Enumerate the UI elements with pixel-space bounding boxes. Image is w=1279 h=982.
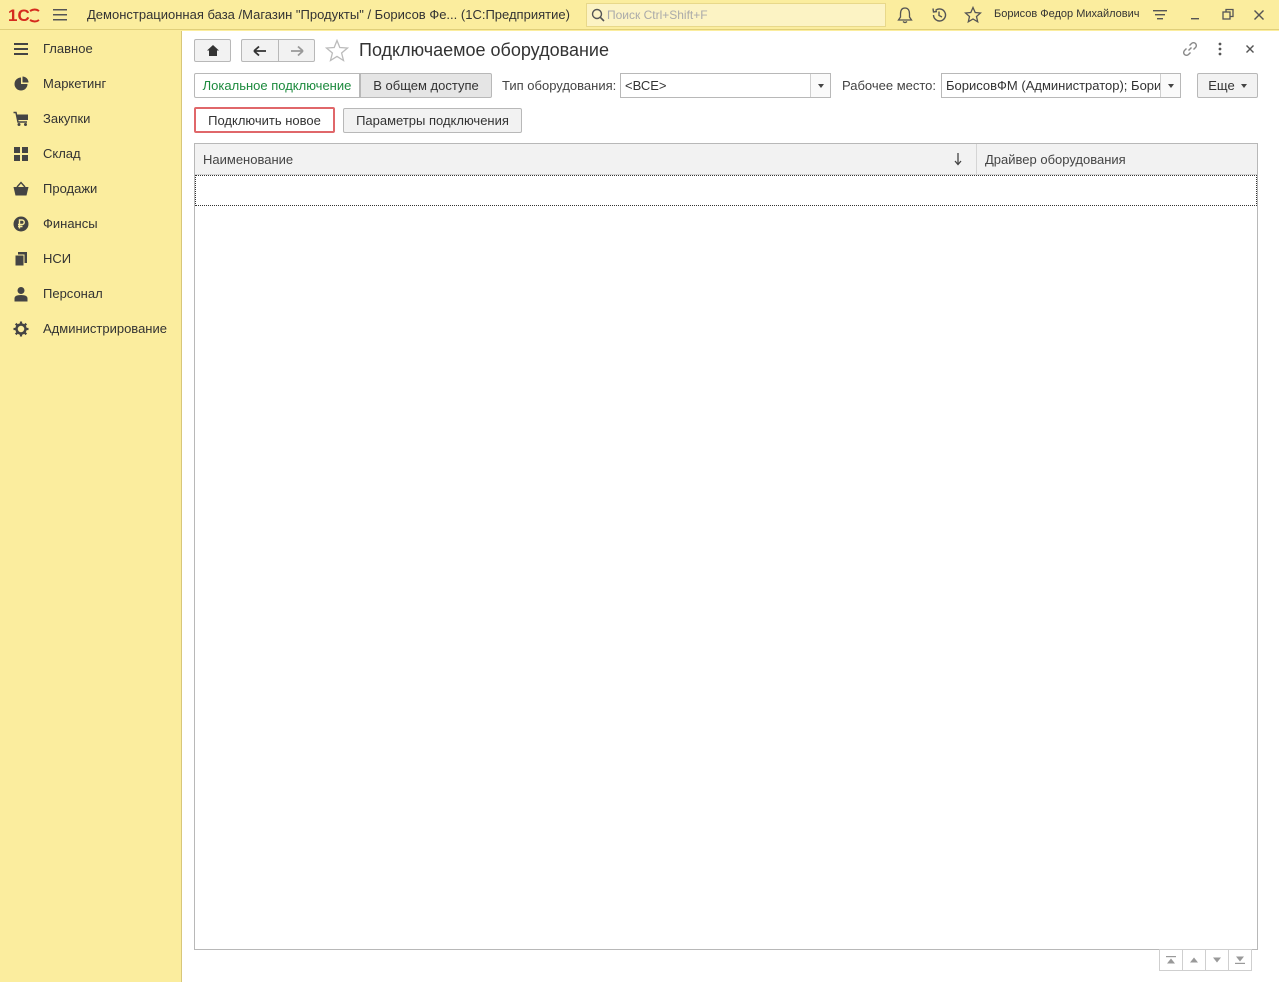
- column-header-name[interactable]: Наименование: [203, 152, 293, 167]
- equipment-type-label: Тип оборудования:: [502, 78, 617, 93]
- more-button[interactable]: Еще: [1197, 73, 1258, 98]
- equipment-type-dropdown-button[interactable]: [810, 74, 830, 97]
- home-button[interactable]: [194, 39, 231, 62]
- home-icon: [206, 45, 219, 56]
- close-icon[interactable]: [1250, 6, 1268, 24]
- back-button[interactable]: [241, 39, 278, 62]
- 1c-logo-icon[interactable]: 1С: [8, 6, 40, 24]
- sidebar-item-finance[interactable]: Финансы: [0, 206, 181, 241]
- scroll-down-icon: [1213, 957, 1221, 963]
- bell-icon[interactable]: [896, 6, 914, 24]
- sidebar-item-nsi[interactable]: НСИ: [0, 241, 181, 276]
- settings-menu-icon[interactable]: [1151, 6, 1169, 24]
- workplace-dropdown-button[interactable]: [1160, 74, 1180, 97]
- search-input[interactable]: [607, 6, 877, 24]
- top-bar: 1С Демонстрационная база /Магазин "Проду…: [0, 0, 1279, 30]
- app-title: Демонстрационная база /Магазин "Продукты…: [87, 7, 570, 22]
- user-name[interactable]: Борисов Федор Михайлович: [994, 8, 1140, 20]
- workplace-field[interactable]: БорисовФМ (Администратор); Борисов: [941, 73, 1181, 98]
- global-search[interactable]: [586, 3, 886, 27]
- form-area: Подключаемое оборудование Локальное подк…: [182, 31, 1279, 982]
- tab-shared-access[interactable]: В общем доступе: [360, 73, 492, 98]
- forward-button[interactable]: [278, 39, 315, 62]
- sidebar: Главное Маркетинг Закупки Склад Продажи: [0, 31, 182, 982]
- sidebar-item-label: НСИ: [43, 251, 72, 266]
- table-row-focus[interactable]: [195, 175, 1257, 206]
- chevron-down-icon: [817, 83, 824, 88]
- sidebar-item-label: Администрирование: [43, 321, 167, 336]
- list-icon: [14, 43, 28, 55]
- ruble-icon: [13, 216, 29, 232]
- chevron-down-icon: [1167, 83, 1174, 88]
- scroll-to-top-button[interactable]: [1159, 949, 1183, 971]
- scroll-down-button[interactable]: [1205, 949, 1229, 971]
- tab-local-connection[interactable]: Локальное подключение: [194, 73, 360, 98]
- svg-text:1С: 1С: [8, 6, 30, 24]
- sidebar-item-marketing[interactable]: Маркетинг: [0, 66, 181, 101]
- cart-icon: [13, 111, 28, 126]
- history-icon[interactable]: [930, 6, 948, 24]
- add-to-favorites-star-icon[interactable]: [325, 39, 349, 62]
- sidebar-item-label: Маркетинг: [43, 76, 107, 91]
- grid-icon: [14, 147, 28, 161]
- basket-icon: [13, 181, 29, 196]
- arrow-right-icon: [290, 45, 304, 56]
- equipment-table[interactable]: Наименование Драйвер оборудования: [194, 143, 1258, 950]
- scroll-up-button[interactable]: [1182, 949, 1206, 971]
- more-button-label: Еще: [1208, 78, 1235, 93]
- sidebar-item-label: Склад: [43, 146, 81, 161]
- hamburger-menu-icon[interactable]: [52, 8, 68, 22]
- sidebar-item-warehouse[interactable]: Склад: [0, 136, 181, 171]
- workplace-value: БорисовФМ (Администратор); Борисов: [946, 78, 1160, 93]
- sidebar-item-label: Персонал: [43, 286, 103, 301]
- sidebar-item-administration[interactable]: Администрирование: [0, 311, 181, 346]
- sidebar-item-sales[interactable]: Продажи: [0, 171, 181, 206]
- workplace-label: Рабочее место:: [842, 78, 937, 93]
- more-vertical-icon[interactable]: [1212, 41, 1228, 57]
- scroll-up-icon: [1190, 957, 1198, 963]
- sidebar-item-label: Финансы: [43, 216, 98, 231]
- link-icon[interactable]: [1182, 41, 1198, 57]
- scroll-to-bottom-button[interactable]: [1228, 949, 1252, 971]
- table-scroll-controls: [1159, 949, 1259, 971]
- connect-new-button[interactable]: Подключить новое: [194, 107, 335, 133]
- close-form-icon[interactable]: [1242, 41, 1258, 57]
- column-header-driver[interactable]: Драйвер оборудования: [985, 152, 1126, 167]
- equipment-type-field[interactable]: <ВСЕ>: [620, 73, 831, 98]
- person-icon: [14, 287, 28, 302]
- connection-params-button[interactable]: Параметры подключения: [343, 108, 522, 133]
- sidebar-item-purchases[interactable]: Закупки: [0, 101, 181, 136]
- books-icon: [14, 252, 27, 267]
- gear-icon: [13, 321, 29, 337]
- sort-down-arrow-icon: [954, 153, 962, 166]
- equipment-type-value: <ВСЕ>: [625, 78, 667, 93]
- sidebar-item-main[interactable]: Главное: [0, 31, 181, 66]
- chevron-down-icon: [1240, 83, 1247, 88]
- pie-chart-icon: [14, 76, 29, 91]
- scroll-top-icon: [1166, 956, 1176, 964]
- minimize-icon[interactable]: [1186, 6, 1204, 24]
- sidebar-item-personnel[interactable]: Персонал: [0, 276, 181, 311]
- sidebar-item-label: Закупки: [43, 111, 91, 126]
- sidebar-item-label: Продажи: [43, 181, 98, 196]
- restore-window-icon[interactable]: [1219, 6, 1237, 24]
- favorites-star-icon[interactable]: [964, 6, 982, 24]
- search-icon: [591, 8, 605, 22]
- sidebar-item-label: Главное: [43, 41, 93, 56]
- page-title: Подключаемое оборудование: [359, 40, 609, 60]
- table-header: Наименование Драйвер оборудования: [195, 144, 1257, 175]
- scroll-bottom-icon: [1235, 956, 1245, 964]
- arrow-left-icon: [253, 45, 266, 56]
- column-separator: [976, 144, 977, 175]
